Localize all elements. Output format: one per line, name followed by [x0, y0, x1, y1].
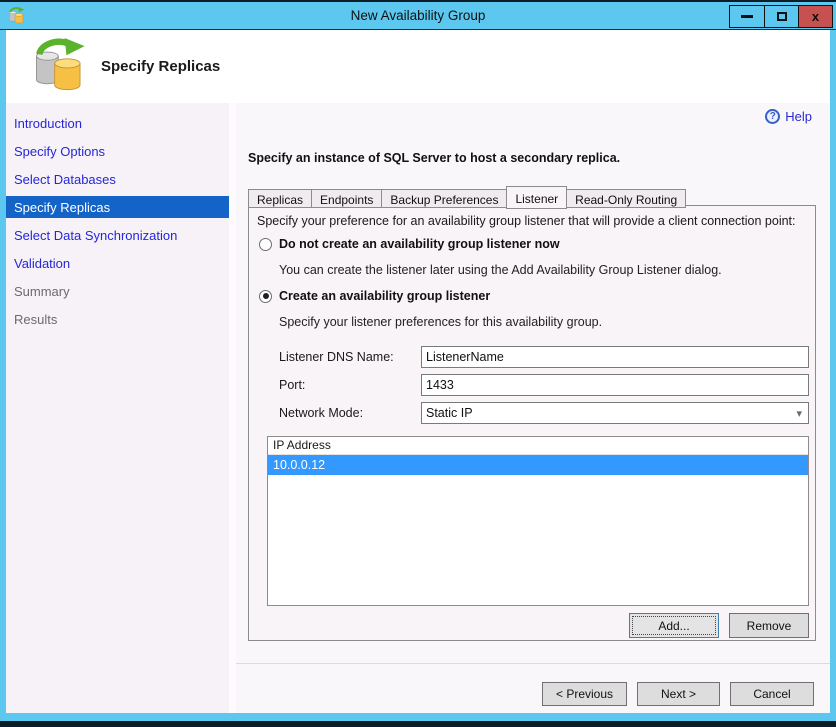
network-mode-label: Network Mode: — [279, 406, 364, 420]
sidebar-item-specify-options[interactable]: Specify Options — [6, 137, 229, 165]
chevron-down-icon: ▾ — [796, 408, 802, 420]
new-availability-group-window: New Availability Group x Specify Replica… — [0, 0, 836, 727]
create-listener-description: Specify your listener preferences for th… — [279, 315, 603, 329]
wizard-steps-sidebar: Introduction Specify Options Select Data… — [6, 103, 229, 713]
sidebar-item-introduction[interactable]: Introduction — [6, 109, 229, 137]
footer-divider — [236, 663, 830, 664]
cancel-button[interactable]: Cancel — [730, 682, 814, 706]
wizard-header: Specify Replicas — [6, 30, 830, 103]
tab-strip: Replicas Endpoints Backup Preferences Li… — [248, 186, 687, 209]
replicas-database-icon — [32, 38, 90, 96]
sidebar-item-validation[interactable]: Validation — [6, 249, 229, 277]
sidebar-item-results: Results — [14, 311, 58, 327]
window-title: New Availability Group — [350, 8, 486, 23]
tab-backup-preferences[interactable]: Backup Preferences — [381, 189, 508, 208]
minimize-button[interactable] — [730, 6, 764, 27]
network-mode-select[interactable]: Static IP ▾ — [421, 402, 809, 424]
ip-address-row[interactable]: 10.0.0.12 — [268, 455, 808, 475]
tab-replicas[interactable]: Replicas — [248, 189, 313, 208]
network-mode-value: Static IP — [426, 406, 473, 420]
sidebar-divider — [229, 103, 236, 713]
page-title: Specify Replicas — [101, 58, 221, 75]
port-label: Port: — [279, 378, 306, 392]
dns-name-label: Listener DNS Name: — [279, 350, 394, 364]
option-no-listener[interactable]: Do not create an availability group list… — [259, 237, 560, 251]
create-listener-radio[interactable] — [259, 289, 272, 303]
sidebar-item-select-data-synchronization[interactable]: Select Data Synchronization — [6, 221, 229, 249]
help-icon: ? — [765, 109, 781, 124]
sidebar-item-select-databases[interactable]: Select Databases — [6, 165, 229, 193]
help-label: Help — [785, 109, 812, 124]
main-pane: ? Help Specify an instance of SQL Server… — [236, 103, 830, 713]
sidebar-item-specify-replicas[interactable]: Specify Replicas — [6, 196, 229, 218]
maximize-icon — [776, 12, 787, 21]
next-button[interactable]: Next > — [637, 682, 720, 706]
listener-tab-page: Specify your preference for an availabil… — [248, 205, 816, 641]
sidebar-item-summary: Summary — [14, 283, 70, 299]
tab-listener[interactable]: Listener — [506, 186, 568, 209]
dns-name-input[interactable] — [421, 346, 809, 368]
no-listener-label: Do not create an availability group list… — [279, 237, 560, 251]
listener-intro-text: Specify your preference for an availabil… — [257, 214, 796, 228]
port-input[interactable] — [421, 374, 809, 396]
window-controls: x — [729, 5, 833, 28]
client-area: Specify Replicas Introduction Specify Op… — [6, 30, 830, 713]
tab-endpoints[interactable]: Endpoints — [311, 189, 383, 208]
titlebar[interactable]: New Availability Group x — [0, 2, 836, 30]
previous-button[interactable]: < Previous — [542, 682, 627, 706]
no-listener-description: You can create the listener later using … — [279, 263, 722, 277]
ip-address-column-header[interactable]: IP Address — [268, 437, 808, 455]
instructions-heading: Specify an instance of SQL Server to hos… — [248, 151, 621, 165]
ip-address-list[interactable]: IP Address 10.0.0.12 — [267, 436, 809, 606]
no-listener-radio[interactable] — [259, 237, 272, 251]
help-link[interactable]: ? Help — [765, 109, 812, 124]
tab-read-only-routing[interactable]: Read-Only Routing — [566, 189, 687, 208]
maximize-button[interactable] — [764, 6, 798, 27]
create-listener-label: Create an availability group listener — [279, 289, 491, 303]
option-create-listener[interactable]: Create an availability group listener — [259, 289, 490, 303]
minimize-icon — [741, 15, 753, 18]
close-icon: x — [811, 9, 820, 24]
add-button[interactable]: Add... — [629, 613, 719, 638]
close-button[interactable]: x — [798, 6, 832, 27]
remove-button[interactable]: Remove — [729, 613, 809, 638]
